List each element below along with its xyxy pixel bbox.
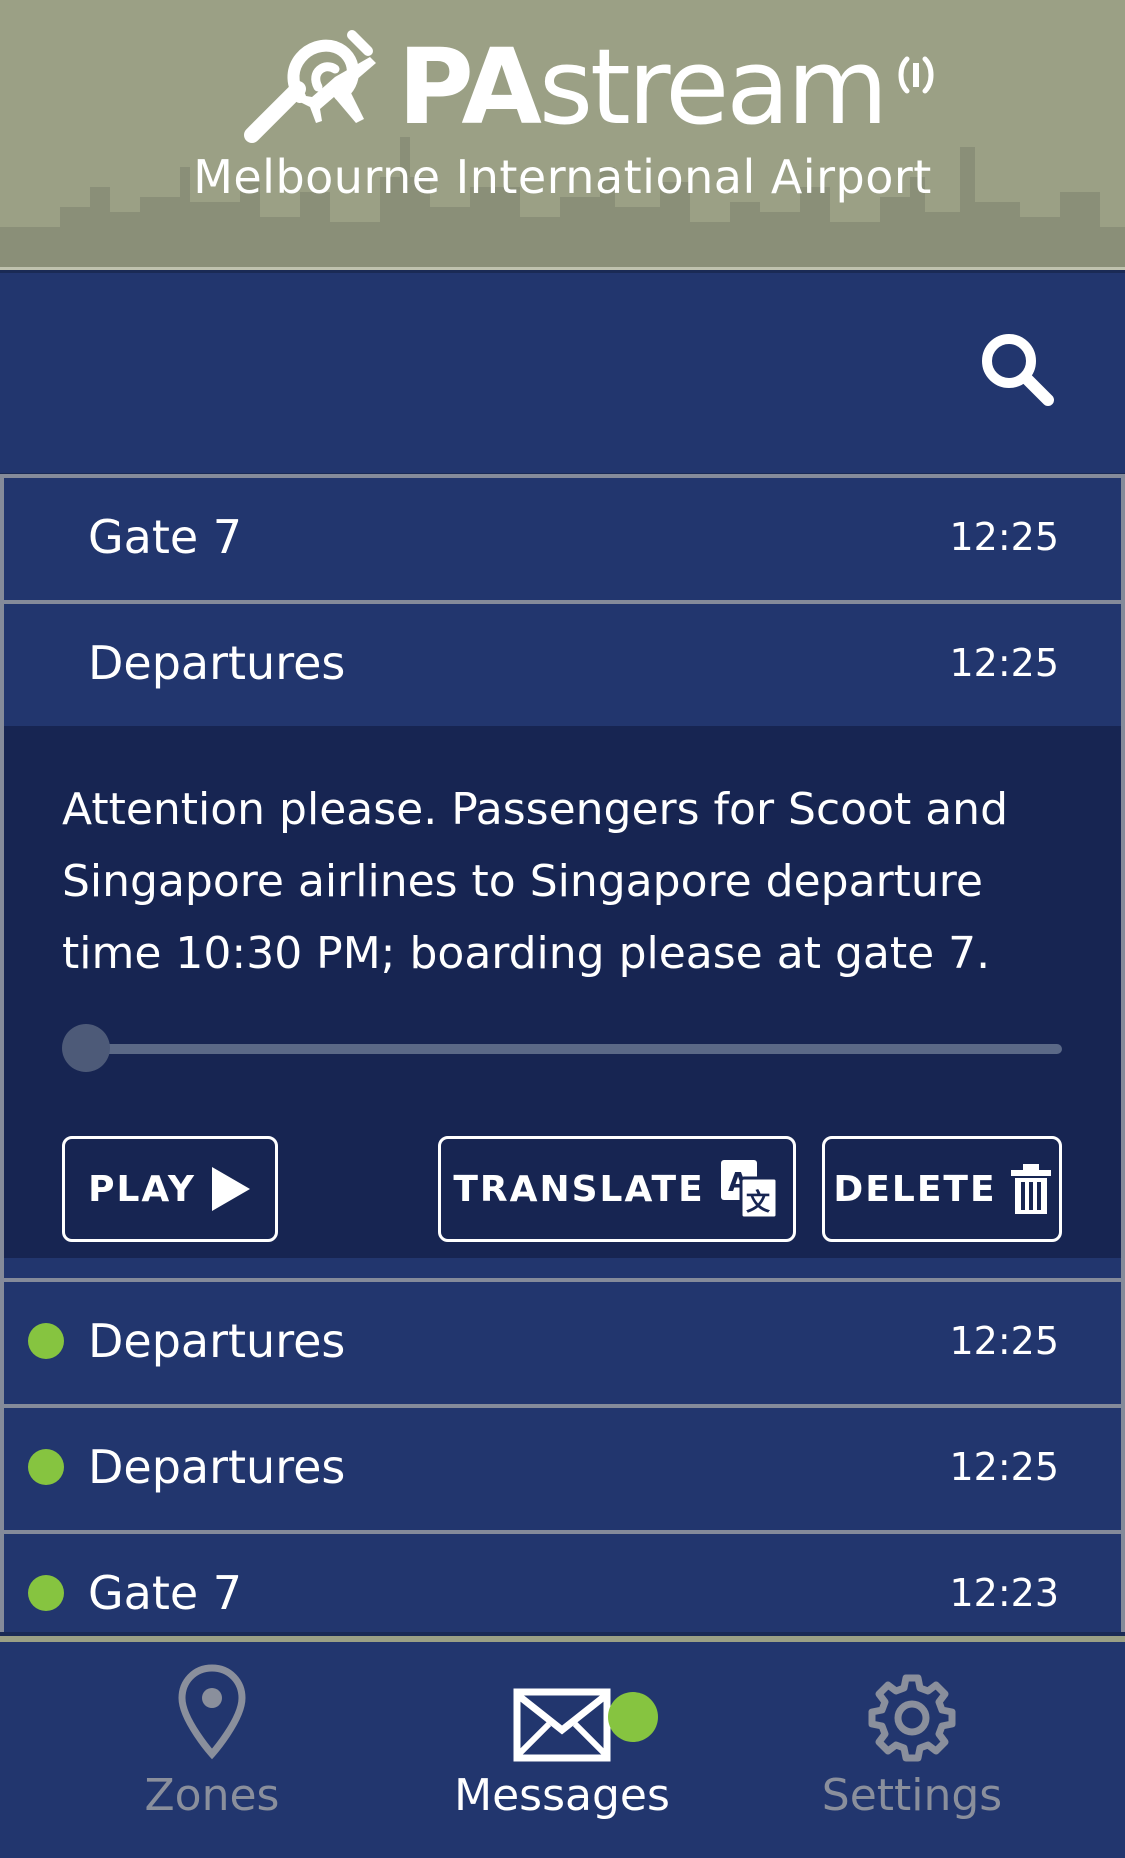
translate-button[interactable]: TRANSLATE A 文 (438, 1136, 796, 1242)
list-item[interactable]: Departures 12:25 (4, 1278, 1121, 1400)
unread-dot (28, 1449, 64, 1485)
delete-button[interactable]: DELETE (822, 1136, 1062, 1242)
message-time: 12:25 (949, 1319, 1059, 1363)
trash-icon (1010, 1164, 1051, 1214)
play-button-label: PLAY (88, 1168, 196, 1210)
message-title: Departures (88, 636, 346, 690)
brand: PAstream (0, 22, 1125, 152)
message-title: Gate 7 (88, 510, 243, 564)
message-title: Gate 7 (88, 1566, 243, 1620)
envelope-icon (513, 1688, 611, 1762)
playback-progress-handle[interactable] (62, 1024, 110, 1072)
app-name-light: stream (538, 26, 888, 148)
app-name-bold: PA (397, 26, 542, 148)
nav-zones-label: Zones (144, 1770, 280, 1821)
play-button[interactable]: PLAY (62, 1136, 278, 1242)
message-body: Attention please. Passengers for Scoot a… (62, 784, 1008, 979)
airport-name: Melbourne International Airport (193, 150, 932, 204)
message-list: Gate 7 12:25 Departures 12:25 Attention … (0, 474, 1125, 1632)
unread-dot (28, 1323, 64, 1359)
list-item[interactable]: Gate 7 12:23 (4, 1530, 1121, 1632)
sound-wave-icon (898, 56, 934, 94)
playback-progress-track[interactable] (64, 1044, 1062, 1054)
list-item[interactable]: Gate 7 12:25 (4, 474, 1121, 596)
message-title: Departures (88, 1440, 346, 1494)
nav-zones[interactable]: Zones (62, 1642, 362, 1858)
translate-button-label: TRANSLATE (453, 1168, 705, 1210)
location-pin-icon (178, 1664, 246, 1760)
delete-button-label: DELETE (833, 1168, 997, 1210)
message-time: 12:25 (949, 641, 1059, 685)
gear-icon (868, 1674, 956, 1762)
list-item-expanded[interactable]: Departures 12:25 (4, 600, 1121, 722)
message-time: 12:23 (949, 1571, 1059, 1615)
nav-settings[interactable]: Settings (762, 1642, 1062, 1858)
unread-dot (28, 1575, 64, 1611)
search-bar (0, 273, 1125, 473)
message-time: 12:25 (949, 1445, 1059, 1489)
message-time: 12:25 (949, 515, 1059, 559)
search-icon[interactable] (978, 330, 1056, 408)
list-item[interactable]: Departures 12:25 (4, 1404, 1121, 1526)
message-title: Departures (88, 1314, 346, 1368)
translate-icon: A 文 (720, 1160, 779, 1220)
play-icon (211, 1167, 250, 1211)
nav-messages-label: Messages (454, 1770, 670, 1821)
nav-messages[interactable]: Messages (412, 1642, 712, 1858)
app-header: PAstream Melbourne International Airport (0, 0, 1125, 270)
svg-text:文: 文 (746, 1188, 772, 1216)
nav-settings-label: Settings (821, 1770, 1003, 1821)
message-detail-panel: Attention please. Passengers for Scoot a… (4, 726, 1121, 1258)
new-messages-badge (608, 1692, 658, 1742)
bottom-navigation: Zones Messages Settings (0, 1636, 1125, 1858)
accessibility-plane-logo-icon (243, 30, 376, 143)
app-name: PAstream (398, 35, 934, 139)
